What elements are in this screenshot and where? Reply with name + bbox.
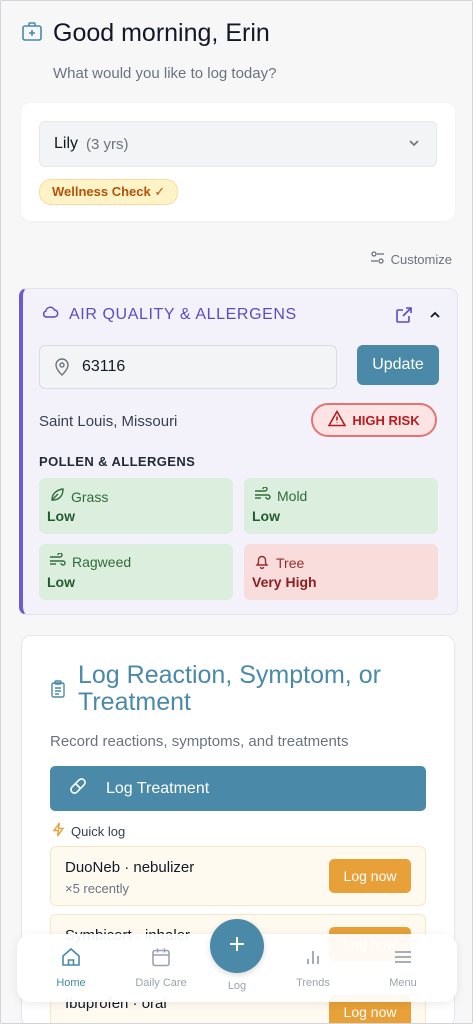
zip-value: 63116 (82, 358, 126, 375)
child-age: (3 yrs) (86, 135, 129, 153)
external-link-icon[interactable] (395, 306, 413, 329)
allergen-tile-mold: Mold Low (244, 478, 438, 534)
update-button[interactable]: Update (357, 345, 439, 385)
location-name: Saint Louis, Missouri (39, 413, 178, 430)
air-quality-actions (395, 306, 443, 329)
air-quality-title: AIR QUALITY & ALLERGENS (69, 305, 297, 323)
air-quality-card: AIR QUALITY & ALLERGENS 63116 Update Sai… (19, 288, 458, 615)
child-name: Lily (54, 135, 79, 152)
greeting: Good morning, Erin (53, 19, 270, 47)
nav-trends-label: Trends (296, 977, 330, 989)
cloud-icon (41, 305, 59, 324)
nav-trends[interactable]: Trends (278, 946, 348, 989)
risk-badge: HIGH RISK (311, 403, 437, 437)
log-now-button[interactable]: Log now (329, 859, 411, 893)
zip-input[interactable]: 63116 (39, 345, 337, 389)
location-pin-icon (54, 358, 70, 376)
nav-daily-care-label: Daily Care (135, 977, 187, 989)
quick-log-item: DuoNeb · nebulizer ×5 recently Log now (50, 846, 426, 906)
allergen-level: Very High (252, 574, 317, 590)
risk-label: HIGH RISK (352, 412, 420, 428)
wind-icon (254, 486, 271, 504)
nav-menu-label: Menu (389, 977, 417, 989)
allergen-level: Low (252, 508, 280, 524)
allergen-tile-tree: Tree Very High (244, 544, 438, 600)
medical-bag-icon (21, 20, 43, 47)
quick-item-title: DuoNeb · nebulizer (65, 859, 195, 876)
pill-icon (68, 776, 88, 801)
nav-home-label: Home (56, 977, 86, 989)
log-treatment-button[interactable]: Log Treatment (50, 766, 426, 811)
wind-icon (49, 552, 66, 570)
nav-home[interactable]: Home (36, 946, 106, 989)
log-treatment-label: Log Treatment (106, 779, 210, 797)
allergen-tile-grass: Grass Low (39, 478, 233, 534)
child-select[interactable]: Lily (3 yrs) (39, 121, 437, 167)
nav-daily-care[interactable]: Daily Care (126, 946, 196, 989)
chevron-up-icon[interactable] (427, 307, 443, 328)
plus-icon (227, 934, 247, 959)
log-section-subtitle: Record reactions, symptoms, and treatmen… (50, 733, 349, 750)
status-badge: Wellness Check ✓ (39, 179, 179, 205)
pollen-heading: POLLEN & ALLERGENS (39, 454, 196, 469)
quick-log-heading: Quick log (52, 822, 125, 840)
warning-icon (328, 409, 347, 430)
allergen-name: Tree (276, 554, 305, 571)
nav-log-label: Log (227, 980, 247, 992)
customize-label: Customize (390, 251, 452, 267)
log-section-title: Log Reaction, Symptom, or Treatment (78, 661, 381, 716)
customize-button[interactable]: Customize (370, 250, 452, 268)
quick-log-label: Quick log (71, 823, 126, 839)
allergen-tile-ragweed: Ragweed Low (39, 544, 233, 600)
allergen-name: Grass (71, 488, 109, 505)
air-quality-header: AIR QUALITY & ALLERGENS (41, 305, 297, 324)
allergen-name: Ragweed (72, 553, 132, 570)
home-icon (60, 946, 82, 971)
lightning-icon (52, 822, 65, 840)
bar-chart-icon (302, 946, 324, 971)
nav-menu[interactable]: Menu (368, 946, 438, 989)
sliders-icon (370, 250, 385, 268)
page-subtitle: What would you like to log today? (53, 65, 277, 82)
chevron-down-icon (406, 135, 422, 156)
allergen-level: Low (47, 574, 75, 590)
bell-icon (254, 553, 270, 572)
header: Good morning, Erin (21, 19, 270, 48)
menu-icon (392, 946, 414, 971)
clipboard-icon (50, 680, 66, 703)
allergen-level: Low (47, 508, 75, 524)
calendar-icon (150, 946, 172, 971)
quick-item-sub: ×5 recently (65, 881, 129, 896)
app-frame: Good morning, Erin What would you like t… (0, 0, 473, 1024)
child-selector-card: Lily (3 yrs) Wellness Check ✓ (21, 103, 455, 221)
leaf-icon (49, 487, 65, 506)
log-fab-button[interactable] (210, 919, 264, 973)
allergen-name: Mold (277, 487, 308, 504)
